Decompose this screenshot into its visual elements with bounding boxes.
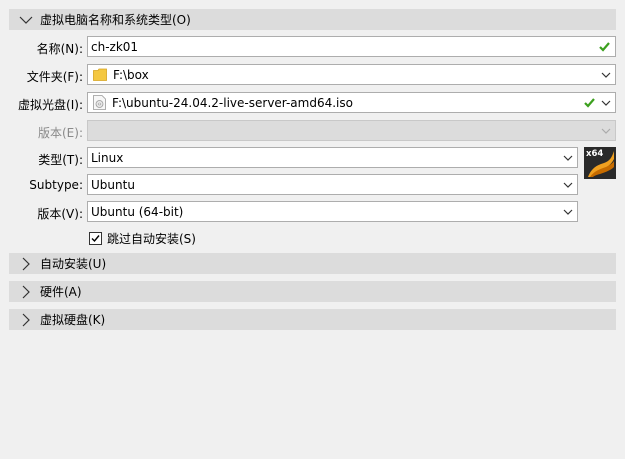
section-unattended-header[interactable]: 自动安装(U)	[9, 253, 616, 274]
skip-unattended-checkbox[interactable]: 跳过自动安装(S)	[89, 230, 196, 247]
name-value: ch-zk01	[91, 39, 139, 54]
folder-value: F:\box	[113, 67, 149, 82]
section-title: 虚拟硬盘(K)	[40, 313, 106, 327]
section-title: 虚拟电脑名称和系统类型(O)	[40, 13, 191, 27]
section-name-os-header[interactable]: 虚拟电脑名称和系统类型(O)	[9, 9, 616, 30]
valid-check-icon	[584, 98, 595, 108]
folder-icon	[93, 68, 107, 81]
chevron-down-icon	[563, 209, 573, 215]
chevron-down-icon	[563, 155, 573, 161]
chevron-down-icon	[601, 100, 611, 106]
iso-value: F:\ubuntu-24.04.2-live-server-amd64.iso	[112, 95, 353, 110]
section-title: 硬件(A)	[40, 285, 82, 299]
section-disk-header[interactable]: 虚拟硬盘(K)	[9, 309, 616, 330]
type-combobox[interactable]: Linux	[87, 147, 578, 168]
os-type-icon: x64	[584, 147, 616, 179]
chevron-right-icon	[19, 257, 33, 271]
os-arch-badge: x64	[586, 149, 603, 159]
section-hardware-header[interactable]: 硬件(A)	[9, 281, 616, 302]
name-input[interactable]: ch-zk01	[87, 36, 616, 57]
type-label: 类型(T):	[38, 153, 83, 167]
edition-combobox	[87, 120, 616, 141]
chevron-right-icon	[19, 285, 33, 299]
subtype-label: Subtype:	[29, 178, 83, 192]
version-combobox[interactable]: Ubuntu (64-bit)	[87, 201, 578, 222]
skip-unattended-label: 跳过自动安装(S)	[107, 232, 196, 246]
folder-combobox[interactable]: F:\box	[87, 64, 616, 85]
checkmark-icon	[91, 235, 100, 243]
checkbox-box[interactable]	[89, 232, 102, 245]
chevron-right-icon	[19, 313, 33, 327]
section-title: 自动安装(U)	[40, 257, 107, 271]
subtype-value: Ubuntu	[91, 177, 135, 192]
iso-combobox[interactable]: F:\ubuntu-24.04.2-live-server-amd64.iso	[87, 92, 616, 113]
chevron-down-icon	[601, 128, 611, 134]
chevron-down-icon	[19, 13, 33, 27]
subtype-combobox[interactable]: Ubuntu	[87, 174, 578, 195]
valid-check-icon	[599, 42, 610, 52]
version-value: Ubuntu (64-bit)	[91, 204, 184, 219]
chevron-down-icon	[601, 72, 611, 78]
chevron-down-icon	[563, 182, 573, 188]
disc-image-icon	[93, 95, 106, 110]
version-label: 版本(V):	[37, 207, 83, 221]
name-label: 名称(N):	[36, 42, 83, 56]
edition-label: 版本(E):	[38, 126, 83, 140]
folder-label: 文件夹(F):	[26, 70, 83, 84]
type-value: Linux	[91, 150, 124, 165]
iso-label: 虚拟光盘(I):	[18, 98, 83, 112]
